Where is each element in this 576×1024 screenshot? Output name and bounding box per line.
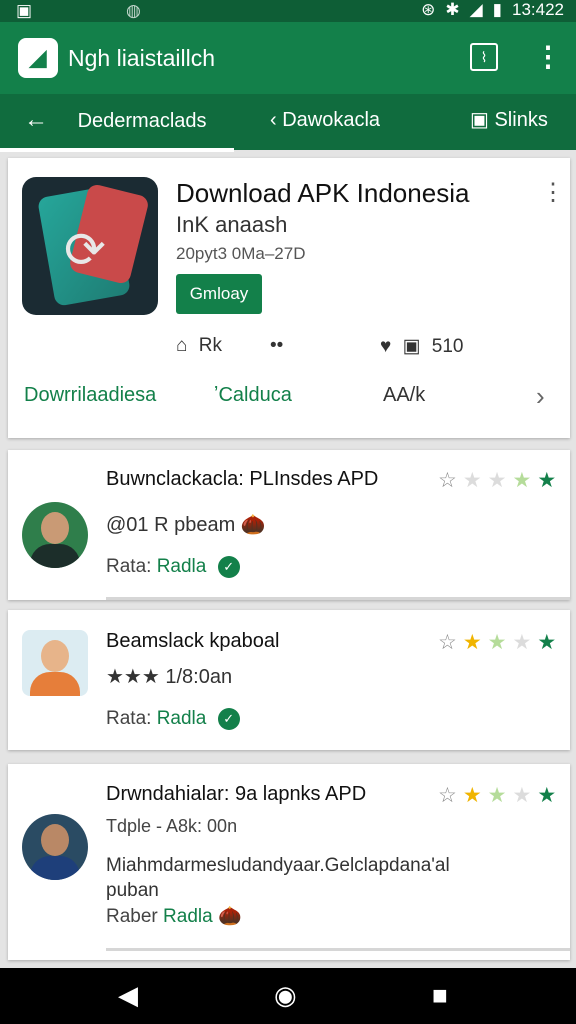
avatar[interactable]	[22, 814, 88, 880]
verified-badge-icon: ✓	[217, 708, 240, 730]
app-meta: 20pyt3 0Ma–27D	[176, 244, 306, 263]
nfc-icon: ⊛	[421, 0, 436, 19]
review-line: @01 R pbeam 🌰	[106, 514, 266, 536]
app-logo-icon: ◢	[18, 38, 58, 78]
avatar-body	[30, 856, 80, 880]
avatar-body	[30, 672, 80, 696]
arrow-left-icon[interactable]: ←	[24, 106, 48, 133]
review-line: Tdple - A8k: 00n	[106, 816, 238, 836]
more-vert-icon[interactable]: ⋮	[534, 40, 562, 73]
recents-icon[interactable]: ■	[432, 980, 448, 1011]
link-calduca[interactable]: ʼCalduca	[214, 384, 292, 407]
review-title: Beamslack kpaboal	[106, 630, 280, 652]
review-body: Miahmdarmesludandyaar.Gelclapdana'al	[106, 855, 450, 876]
tab-indicator	[0, 148, 234, 152]
avatar[interactable]	[22, 630, 88, 696]
chevron-right-icon[interactable]: ›	[536, 381, 545, 412]
bluetooth-icon: ✱	[445, 0, 460, 19]
review-body-cont: puban	[106, 880, 159, 901]
home-icon[interactable]: ◉	[274, 980, 297, 1011]
sync-icon: ◍	[126, 1, 141, 20]
avatar-face	[41, 824, 69, 856]
tab-back[interactable]: ← Dedermaclads	[24, 94, 207, 150]
avatar-face	[41, 512, 69, 544]
tab-bar: ← Dedermaclads ‹ Dawokacla ▣ Slinks	[0, 94, 576, 150]
rating-stars: ☆★★★★	[438, 784, 563, 807]
app-title-text: Download APK Indonesia	[176, 178, 470, 208]
avatar[interactable]	[22, 502, 88, 568]
likes-stat: ♥ ▣ 510	[380, 336, 464, 357]
back-icon[interactable]: ◀	[118, 980, 138, 1011]
review-rating: Raber Radla 🌰	[106, 906, 242, 927]
signal-icon: ◢	[469, 0, 483, 19]
tab-label[interactable]: Dawokacla	[282, 109, 380, 131]
note-icon[interactable]: ▣	[470, 109, 489, 131]
app-subtitle: InK anaash	[176, 212, 288, 237]
tab-second[interactable]: ‹ Dawokacla	[270, 94, 380, 150]
review-title: Buwnclackacla: PLInsdes APD	[106, 468, 379, 490]
review-rating: Rata: Radla ✓	[106, 708, 240, 730]
review-title: Drwndahialar: 9a lapnks APD	[106, 783, 367, 805]
status-bar: ▣ ◍ ⊛ ✱ ◢ ▮ 13:422	[0, 0, 576, 22]
review-line: ★★★ 1/8:0an	[106, 666, 233, 688]
recycle-icon: ⟳	[64, 222, 106, 278]
app-bar: ◢ Ngh liaistaillch ⌇ ⋮	[0, 22, 576, 94]
tab-label[interactable]: Slinks	[494, 109, 547, 131]
chevron-left-icon[interactable]: ‹	[270, 109, 277, 131]
divider	[106, 948, 570, 951]
system-nav-bar: ◀ ◉ ■	[0, 968, 576, 1024]
app-notification-icon: ▣	[16, 1, 33, 20]
link-downloads[interactable]: Dowrrilaadiesa	[24, 384, 156, 407]
graph-icon[interactable]: ⌇	[470, 43, 498, 71]
rating-stars: ☆★★★★	[438, 469, 563, 492]
divider	[106, 597, 570, 600]
battery-icon: ▮	[492, 0, 502, 19]
tab-third[interactable]: ▣ Slinks	[470, 94, 548, 150]
home-stat: ⌂ Rk	[176, 335, 222, 356]
more-vert-icon[interactable]: ⋮	[541, 178, 565, 207]
home-icon: ⌂	[176, 335, 188, 356]
app-title: Ngh liaistaillch	[68, 45, 216, 71]
heart-icon: ♥	[380, 336, 392, 357]
install-button[interactable]: Gmloay	[176, 274, 262, 314]
clock: 13:422	[512, 0, 564, 19]
link-aak[interactable]: AA/k	[383, 384, 425, 407]
avatar-face	[41, 640, 69, 672]
app-icon[interactable]: ⟳	[22, 177, 158, 315]
avatar-body	[30, 544, 80, 568]
dots-stat: ••	[270, 335, 284, 356]
review-rating: Rata: Radla ✓	[106, 556, 240, 578]
verified-badge-icon: ✓	[217, 556, 240, 578]
rating-stars: ☆★★★★	[438, 631, 563, 654]
image-icon: ▣	[402, 336, 421, 357]
tab-label[interactable]: Dedermaclads	[78, 110, 207, 132]
